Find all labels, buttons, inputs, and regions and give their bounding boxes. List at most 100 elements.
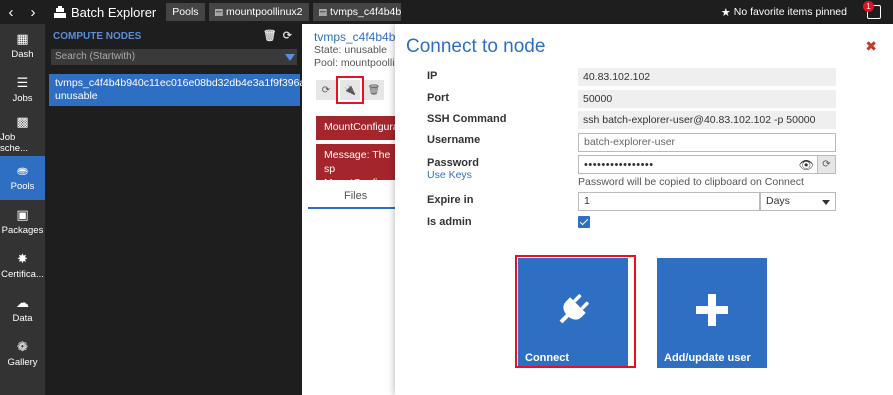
error-banner: MountConfigura	[316, 116, 395, 140]
breadcrumb-label: mountpoollinux2	[226, 6, 303, 18]
gallery-icon: ❁	[17, 339, 28, 354]
node-name: tvmps_c4f4b4b940c11ec016e08bd32db4e3a1f9…	[55, 77, 312, 89]
password-field[interactable]: •••••••••••••••• 👁 ⟳	[578, 155, 836, 174]
breadcrumb-node[interactable]: ▤tvmps_c4f4b4b940c11ec	[312, 3, 401, 21]
favorites[interactable]: ★ No favorite items pinned	[721, 0, 847, 24]
certificate-icon: ✸	[17, 251, 28, 266]
nav-label: Dash	[11, 49, 34, 60]
filter-icon[interactable]	[283, 49, 297, 65]
error-text: MountConfigura	[324, 177, 395, 189]
nav-packages[interactable]: ▣ Packages	[0, 200, 45, 244]
is-admin-label: Is admin	[427, 216, 472, 228]
database-icon: ▤	[214, 6, 224, 17]
breadcrumb-pool[interactable]: ▤ mountpoollinux2	[208, 3, 309, 21]
add-update-user-button[interactable]: Add/update user	[657, 258, 767, 368]
database-icon: ⛂	[17, 163, 28, 178]
nav-label: Job sche...	[0, 131, 28, 154]
app-title: Batch Explorer	[54, 5, 156, 20]
error-message-banner: Message: The sp MountConfigura	[316, 144, 395, 189]
cloud-upload-icon: ☁	[16, 295, 29, 310]
package-icon: ▣	[16, 207, 29, 222]
header-actions: 🗑 ⟳	[263, 29, 292, 42]
breadcrumb-label: Pools	[172, 6, 199, 18]
breadcrumb: Pools ▤mountpoollinux2 ▤tvmps_c4f4b4b940…	[166, 0, 404, 24]
panel-title: COMPUTE NODES	[53, 30, 142, 42]
favorites-text: No favorite items pinned	[733, 6, 847, 18]
nav-label: Gallery	[7, 357, 38, 368]
node-details-panel: tvmps_c4f4b4b State: unusable Pool: moun…	[302, 24, 395, 395]
connect-label: Connect	[525, 352, 569, 364]
password-value: ••••••••••••••••	[584, 159, 654, 171]
expire-input[interactable]: 1	[578, 192, 760, 211]
tab-underline	[308, 207, 395, 209]
breadcrumb-pools[interactable]: Pools	[166, 3, 205, 21]
nav-gallery[interactable]: ❁ Gallery	[0, 332, 45, 376]
batch-logo-icon	[54, 6, 66, 18]
list-icon: ☰	[16, 75, 29, 90]
nav-label: Jobs	[12, 93, 33, 104]
ssh-command-label: SSH Command	[427, 113, 507, 125]
nav-data[interactable]: ☁ Data	[0, 288, 45, 332]
refresh-icon[interactable]: ⟳	[316, 80, 336, 100]
connect-button[interactable]: Connect	[518, 258, 628, 368]
app-title-text: Batch Explorer	[71, 4, 157, 20]
node-icon: ▤	[318, 6, 328, 17]
node-actions: ⟳ 🔌 🗑	[316, 76, 388, 104]
is-admin-checkbox[interactable]	[578, 216, 590, 228]
delete-icon[interactable]: 🗑	[364, 80, 384, 100]
password-label: Password	[427, 157, 479, 169]
nav-pools[interactable]: ⛂ Pools	[0, 156, 45, 200]
back-arrow-icon[interactable]: ‹	[0, 0, 22, 24]
expire-unit-value: Days	[766, 195, 790, 207]
node-state-line: State: unusable	[314, 44, 387, 56]
eye-icon[interactable]: 👁	[799, 158, 814, 172]
username-label: Username	[427, 134, 481, 146]
node-search-input[interactable]: Search (Startwith)	[51, 49, 297, 65]
nav-dash[interactable]: ▦ Dash	[0, 24, 45, 68]
ssh-command-value: ssh batch-explorer-user@40.83.102.102 -p…	[578, 111, 836, 129]
tab-files[interactable]: Files	[344, 190, 367, 202]
node-pool-line: Pool: mountpoolli	[314, 57, 395, 69]
calendar-icon: ▩	[16, 113, 29, 129]
username-field[interactable]: batch-explorer-user	[578, 133, 836, 152]
star-icon: ★	[720, 6, 731, 19]
breadcrumb-label: tvmps_c4f4b4b940c11ec	[330, 6, 401, 18]
left-nav: ▦ Dash ☰ Jobs ▩ Job sche... ⛂ Pools ▣ Package…	[0, 24, 45, 395]
refresh-icon[interactable]: ⟳	[283, 30, 292, 42]
password-hint: Password will be copied to clipboard on …	[578, 176, 804, 188]
top-bar: ‹ › Batch Explorer Pools ▤ mountpoollinux…	[0, 0, 893, 24]
nav-label: Packages	[1, 225, 44, 236]
node-details-title: tvmps_c4f4b4b	[314, 30, 395, 44]
node-list-item[interactable]: tvmps_c4f4b4b940c11ec016e08bd32db4e3a1f9…	[49, 74, 312, 106]
nav-label: Data	[12, 313, 33, 324]
close-icon[interactable]: ✖	[865, 38, 877, 55]
regenerate-password-icon[interactable]: ⟳	[817, 156, 835, 173]
expire-label: Expire in	[427, 194, 474, 206]
notifications[interactable]: 1	[863, 1, 883, 22]
chevron-down-icon	[822, 200, 830, 205]
dialog-title: Connect to node	[406, 36, 546, 57]
compute-nodes-header: COMPUTE NODES 🗑 ⟳	[45, 24, 302, 48]
expire-unit-select[interactable]: Days	[760, 192, 836, 211]
connect-plug-icon[interactable]: 🔌	[336, 76, 364, 104]
delete-icon[interactable]: 🗑	[263, 30, 277, 42]
ip-label: IP	[427, 70, 438, 82]
forward-arrow-icon[interactable]: ›	[22, 0, 44, 24]
plug-icon	[559, 294, 589, 324]
connect-to-node-dialog: Connect to node ✖ IP 40.83.102.102 Port …	[395, 24, 893, 395]
nav-jobs[interactable]: ☰ Jobs	[0, 68, 45, 112]
plus-icon	[696, 294, 728, 326]
nav-label: Pools	[10, 181, 35, 192]
nav-label: Certifica...	[1, 269, 44, 280]
notification-count: 1	[863, 1, 874, 12]
nav-job-schedules[interactable]: ▩ Job sche...	[0, 112, 45, 156]
add-user-label: Add/update user	[664, 352, 751, 364]
error-text: Message: The sp	[324, 149, 391, 175]
error-text: MountConfigura	[324, 121, 395, 133]
port-label: Port	[427, 92, 449, 104]
grid-icon: ▦	[16, 31, 29, 46]
nav-certificates[interactable]: ✸ Certifica...	[0, 244, 45, 288]
port-value: 50000	[578, 90, 836, 108]
use-keys-link[interactable]: Use Keys	[427, 169, 472, 181]
ip-value: 40.83.102.102	[578, 68, 836, 86]
